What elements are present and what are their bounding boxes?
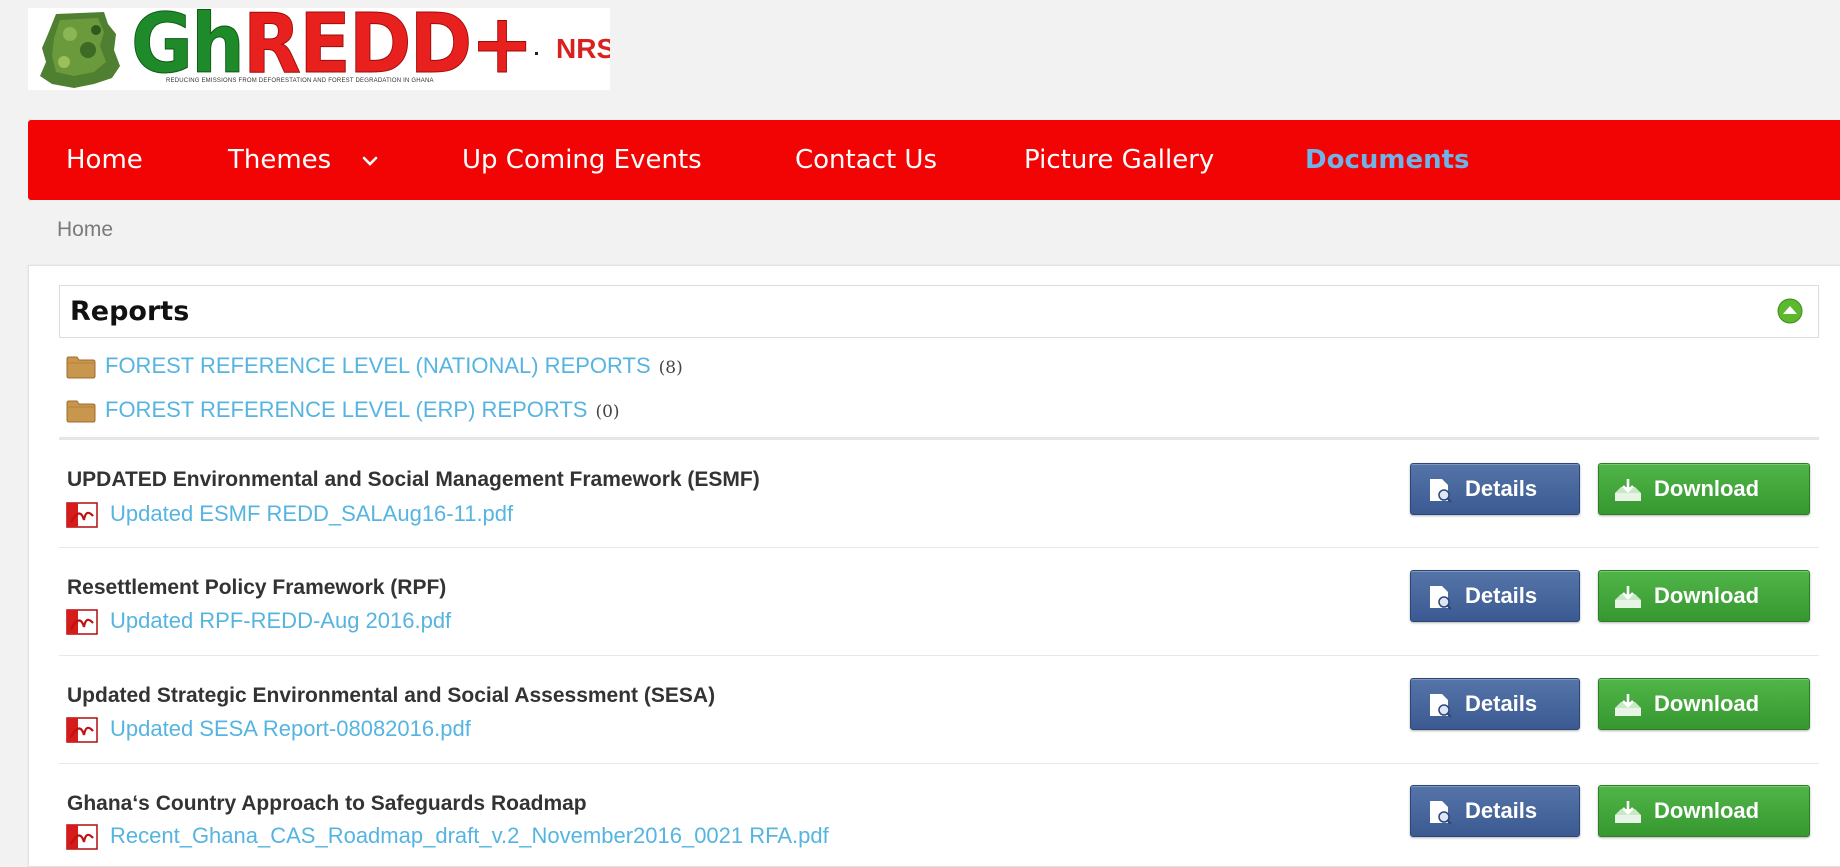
folder-icon	[66, 356, 96, 379]
document-title: Resettlement Policy Framework (RPF)	[67, 576, 447, 599]
nav-themes-label: Themes	[228, 145, 332, 175]
collapse-up-icon[interactable]	[1776, 297, 1804, 325]
logo-dot	[535, 52, 538, 55]
download-tray-icon	[1615, 479, 1641, 501]
pdf-icon	[66, 502, 98, 528]
nav-themes[interactable]: Themes	[228, 120, 378, 200]
logo-tagline: REDUCING EMISSIONS FROM DEFORESTATION AN…	[166, 78, 434, 84]
folder-icon	[66, 400, 96, 423]
category-count: (8)	[658, 358, 683, 378]
document-file-link[interactable]: Updated ESMF REDD_SALAug16-11.pdf	[110, 500, 513, 528]
document-file-link[interactable]: Updated RPF-REDD-Aug 2016.pdf	[110, 607, 451, 635]
site-logo[interactable]: GhREDD+ NRS REDUCING EMISSIONS FROM DEFO…	[28, 8, 610, 90]
document-separator	[59, 655, 1819, 656]
document-title: Updated Strategic Environmental and Soci…	[67, 684, 716, 707]
details-button[interactable]: Details	[1410, 463, 1580, 515]
details-button[interactable]: Details	[1410, 570, 1580, 622]
document-separator	[59, 763, 1819, 764]
details-button[interactable]: Details	[1410, 678, 1580, 730]
nav-contact-us[interactable]: Contact Us	[795, 120, 937, 200]
main-nav: Home Themes Up Coming Events Contact Us …	[28, 120, 1840, 200]
category-count: (0)	[595, 402, 620, 422]
ghana-map-icon	[40, 12, 120, 88]
chevron-down-icon	[362, 156, 377, 166]
page: GhREDD+ NRS REDUCING EMISSIONS FROM DEFO…	[0, 0, 1840, 867]
logo-wordmark: GhREDD+	[131, 8, 535, 90]
pdf-icon	[66, 717, 98, 743]
category-link[interactable]: FOREST REFERENCE LEVEL (ERP) REPORTS (0)	[105, 395, 620, 427]
download-tray-icon	[1615, 801, 1641, 823]
document-file-link[interactable]: Updated SESA Report-08082016.pdf	[110, 715, 471, 743]
download-button[interactable]: Download	[1598, 463, 1810, 515]
document-title: Ghana‘s Country Approach to Safeguards R…	[67, 792, 587, 815]
document-file-link[interactable]: Recent_Ghana_CAS_Roadmap_draft_v.2_Novem…	[110, 822, 829, 850]
nav-upcoming-events[interactable]: Up Coming Events	[462, 120, 702, 200]
document-separator	[59, 547, 1819, 548]
download-tray-icon	[1615, 694, 1641, 716]
document-title: UPDATED Environmental and Social Managem…	[67, 468, 760, 491]
nav-picture-gallery[interactable]: Picture Gallery	[1024, 120, 1214, 200]
document-search-icon	[1430, 694, 1452, 718]
document-search-icon	[1430, 586, 1452, 610]
document-search-icon	[1430, 479, 1452, 503]
section-divider	[59, 437, 1819, 440]
download-button[interactable]: Download	[1598, 785, 1810, 837]
download-tray-icon	[1615, 586, 1641, 608]
nav-home[interactable]: Home	[66, 120, 143, 200]
reports-header: Reports	[59, 285, 1819, 338]
nav-documents[interactable]: Documents	[1305, 120, 1470, 200]
category-link[interactable]: FOREST REFERENCE LEVEL (NATIONAL) REPORT…	[105, 351, 683, 383]
pdf-icon	[66, 824, 98, 850]
logo-nrs: NRS	[556, 33, 610, 64]
document-search-icon	[1430, 801, 1452, 825]
section-title: Reports	[70, 296, 190, 327]
pdf-icon	[66, 609, 98, 635]
download-button[interactable]: Download	[1598, 570, 1810, 622]
details-button[interactable]: Details	[1410, 785, 1580, 837]
download-button[interactable]: Download	[1598, 678, 1810, 730]
breadcrumb-home[interactable]: Home	[57, 218, 113, 242]
